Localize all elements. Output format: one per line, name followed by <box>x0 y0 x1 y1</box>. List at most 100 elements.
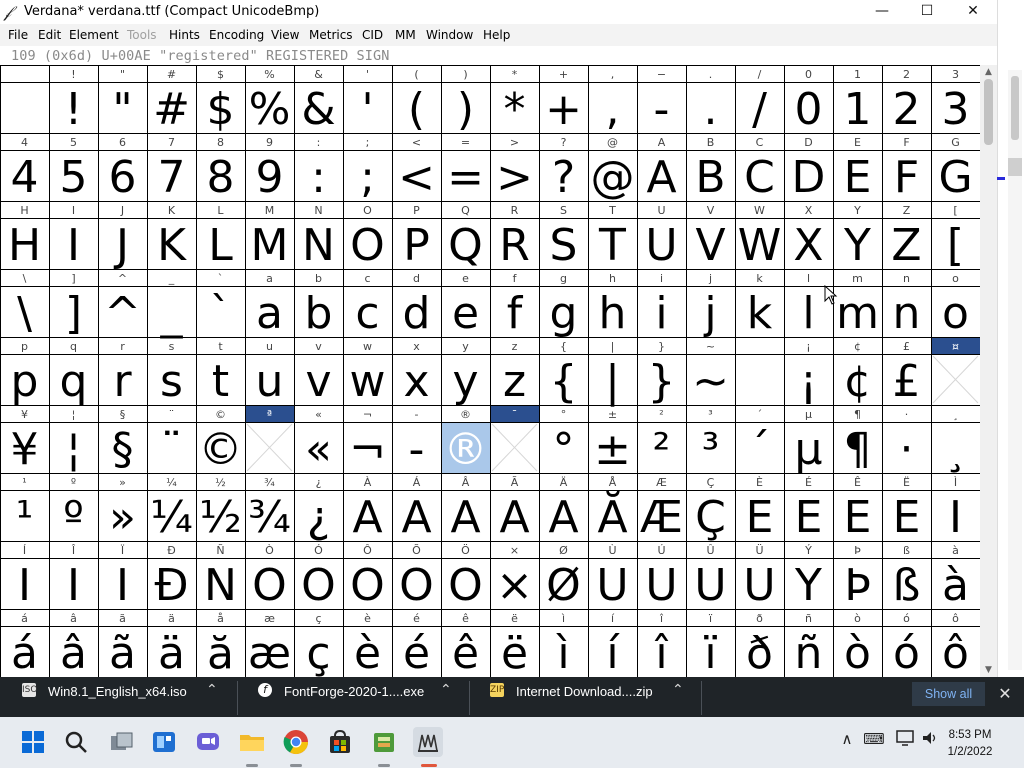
glyph-cell[interactable]: B <box>695 152 725 203</box>
glyph-cell[interactable]: º <box>63 492 84 543</box>
glyph-cell[interactable]: 3 <box>942 84 970 135</box>
glyph-cell[interactable]: I <box>116 560 129 611</box>
glyph-cell[interactable]: # <box>153 84 190 135</box>
glyph-cell[interactable]: T <box>598 220 626 271</box>
glyph-cell[interactable]: O <box>350 220 385 271</box>
glyph-cell[interactable]: q <box>60 356 88 407</box>
glyph-cell[interactable]: 1 <box>844 84 872 135</box>
glyph-grid[interactable]: !! " " # # $ $%% & & ' '(()) * * + +,, − -.. //0 0 1 1 2 2 3 3 4 4… <box>0 65 980 677</box>
glyph-cell[interactable]: $ <box>207 84 235 135</box>
glyph-cell[interactable]: ¡ <box>800 356 818 407</box>
glyph-cell[interactable]: ¶ <box>844 424 872 475</box>
glyph-cell[interactable]: s <box>160 356 183 407</box>
glyph-cell[interactable]: 8 <box>207 152 235 203</box>
glyph-cell[interactable]: d <box>403 288 431 339</box>
glyph-cell[interactable]: O <box>301 560 336 611</box>
glyph-cell[interactable]: % <box>249 84 291 135</box>
glyph-cell[interactable]: z <box>503 356 526 407</box>
glyph-cell[interactable]: ` <box>210 288 232 339</box>
glyph-cell[interactable]: ? <box>552 152 575 203</box>
glyph-cell[interactable]: ^ <box>104 288 141 339</box>
download-item[interactable]: ZIP Internet Download....zip ⌃ <box>468 677 701 717</box>
glyph-cell[interactable]: O <box>448 560 483 611</box>
glyph-cell[interactable]: I <box>949 492 962 543</box>
glyph-cell[interactable]: N <box>302 220 335 271</box>
glyph-cell[interactable]: < <box>398 152 435 203</box>
download-item[interactable]: f FontForge-2020-1....exe ⌃ <box>236 677 469 717</box>
glyph-cell[interactable]: , <box>606 84 620 135</box>
glyph-cell[interactable]: v <box>305 356 331 407</box>
glyph-cell[interactable]: U <box>743 560 775 611</box>
glyph-cell[interactable]: ä <box>158 628 185 677</box>
menu-cid[interactable]: CID <box>362 28 383 42</box>
glyph-cell[interactable]: ] <box>65 288 82 339</box>
glyph-cell[interactable]: L <box>208 220 233 271</box>
volume-icon[interactable] <box>919 730 941 750</box>
glyph-cell[interactable]: ë <box>501 628 528 677</box>
menu-hints[interactable]: Hints <box>169 28 200 42</box>
menu-edit[interactable]: Edit <box>38 28 61 42</box>
menu-element[interactable]: Element <box>69 28 119 42</box>
glyph-cell[interactable]: ¾ <box>248 492 291 543</box>
menu-view[interactable]: View <box>271 28 299 42</box>
glyph-cell[interactable]: ´ <box>749 424 771 475</box>
glyph-cell[interactable]: + <box>545 84 582 135</box>
glyph-cell[interactable]: _ <box>160 288 184 339</box>
menu-mm[interactable]: MM <box>395 28 416 42</box>
glyph-cell[interactable]: - <box>654 84 670 135</box>
glyph-cell[interactable]: â <box>60 628 87 677</box>
glyph-cell[interactable]: - <box>409 424 425 475</box>
glyph-cell[interactable]: V <box>695 220 725 271</box>
glyph-cell[interactable]: " <box>112 84 132 135</box>
glyph-cell[interactable]: ' <box>361 84 373 135</box>
glyph-cell[interactable]: r <box>113 356 132 407</box>
glyph-cell[interactable]: A <box>401 492 431 543</box>
chrome-icon[interactable] <box>281 727 311 757</box>
glyph-cell[interactable]: m <box>836 288 879 339</box>
glyph-cell[interactable]: A <box>499 492 529 543</box>
glyph-cell[interactable]: ± <box>594 424 631 475</box>
chevron-up-icon[interactable]: ∧ <box>838 730 856 748</box>
glyph-cell[interactable]: A <box>450 492 480 543</box>
glyph-cell[interactable]: y <box>452 356 478 407</box>
glyph-cell[interactable]: * <box>504 84 526 135</box>
glyph-cell[interactable]: ~ <box>692 356 729 407</box>
glyph-cell[interactable]: / <box>752 84 767 135</box>
glyph-cell[interactable]: i <box>655 288 667 339</box>
chevron-up-icon[interactable]: ⌃ <box>206 682 218 698</box>
glyph-cell[interactable]: æ <box>248 628 291 677</box>
glyph-cell[interactable]: c <box>355 288 379 339</box>
clock-time[interactable]: 8:53 PM <box>940 729 1000 741</box>
glyph-cell[interactable]: ) <box>457 84 474 135</box>
glyph-cell[interactable]: Y <box>843 220 871 271</box>
glyph-cell[interactable]: ² <box>653 424 671 475</box>
scroll-up-arrow-icon[interactable]: ▲ <box>980 65 997 79</box>
glyph-cell[interactable]: A <box>548 492 578 543</box>
glyph-cell[interactable]: Y <box>794 560 822 611</box>
windows-start-icon[interactable] <box>18 727 48 757</box>
glyph-cell[interactable]: E <box>844 152 872 203</box>
glyph-cell[interactable]: © <box>199 424 243 475</box>
glyph-cell[interactable]: G <box>938 152 972 203</box>
glyph-cell[interactable]: E <box>795 492 823 543</box>
grid-scrollbar[interactable]: ▲ ▼ <box>980 65 997 677</box>
clock-date[interactable]: 1/2/2022 <box>940 746 1000 758</box>
glyph-cell[interactable]: g <box>550 288 578 339</box>
glyph-cell[interactable]: I <box>67 220 80 271</box>
glyph-cell[interactable]: : <box>311 152 326 203</box>
glyph-cell[interactable]: = <box>447 152 484 203</box>
glyph-cell[interactable]: ã <box>109 628 136 677</box>
glyph-cell[interactable]: 2 <box>893 84 921 135</box>
glyph-cell[interactable]: f <box>507 288 524 339</box>
fontforge-app-icon[interactable] <box>413 727 443 757</box>
glyph-cell[interactable]: Æ <box>640 492 683 543</box>
scroll-down-arrow-icon[interactable]: ▼ <box>980 663 997 677</box>
glyph-cell[interactable]: ! <box>65 84 83 135</box>
glyph-cell[interactable]: C <box>744 152 775 203</box>
glyph-cell[interactable]: Ç <box>695 492 726 543</box>
glyph-cell[interactable]: ó <box>893 628 920 677</box>
glyph-cell[interactable]: ¥ <box>11 424 39 475</box>
glyph-cell[interactable]: Þ <box>844 560 871 611</box>
glyph-cell[interactable]: | <box>605 356 620 407</box>
glyph-cell[interactable]: ă <box>207 628 234 677</box>
